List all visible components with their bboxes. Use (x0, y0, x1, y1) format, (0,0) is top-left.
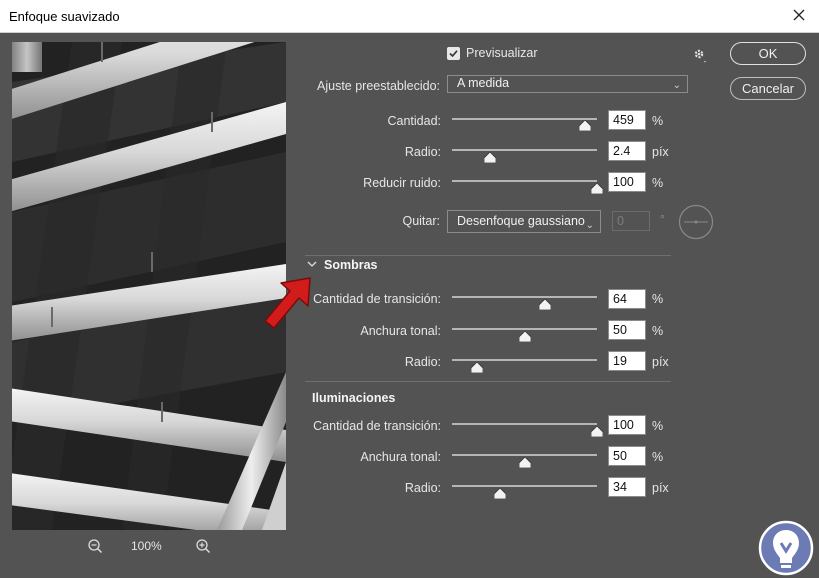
angle-input[interactable]: 0 (612, 211, 650, 231)
zoom-out-icon[interactable] (87, 538, 103, 554)
iluminaciones-transicion-slider-thumb[interactable] (591, 426, 603, 437)
quitar-value: Desenfoque gaussiano (457, 214, 585, 228)
reducir-ruido-slider-thumb[interactable] (591, 183, 603, 194)
iluminaciones-radio-unit: píx (652, 481, 669, 495)
angle-dial-icon[interactable] (678, 204, 714, 240)
iluminaciones-radio-slider-thumb[interactable] (493, 488, 506, 499)
sombras-transicion-slider[interactable] (452, 296, 597, 298)
sombras-title[interactable]: Sombras (324, 258, 378, 272)
sombras-anchura-slider[interactable] (452, 328, 597, 330)
radio-unit: píx (652, 145, 669, 159)
ok-button[interactable]: OK (730, 42, 806, 65)
iluminaciones-radio-label: Radio: (404, 481, 441, 495)
sombras-radio-slider[interactable] (452, 359, 597, 361)
cantidad-slider[interactable] (452, 118, 597, 120)
iluminaciones-radio-slider[interactable] (452, 485, 597, 487)
preview-image[interactable] (12, 42, 286, 530)
iluminaciones-anchura-input[interactable]: 50 (608, 446, 646, 466)
reducir-ruido-slider[interactable] (452, 180, 597, 182)
preset-select[interactable]: A medida ⌄ (447, 75, 688, 93)
red-arrow-icon (264, 277, 311, 329)
title-bar: Enfoque suavizado (0, 0, 819, 33)
zoom-in-icon[interactable] (195, 538, 211, 554)
window-title: Enfoque suavizado (9, 9, 120, 24)
cantidad-unit: % (652, 114, 664, 128)
cantidad-input[interactable]: 459 (608, 110, 646, 130)
checkmark-icon (449, 50, 458, 58)
iluminaciones-title: Iluminaciones (312, 391, 396, 405)
sombras-radio-label: Radio: (404, 355, 441, 369)
reducir-ruido-unit: % (652, 176, 664, 190)
iluminaciones-radio-input[interactable]: 34 (608, 477, 646, 497)
preset-label: Ajuste preestablecido: (317, 79, 440, 93)
sombras-radio-slider-thumb[interactable] (470, 362, 483, 373)
radio-input[interactable]: 2.4 (608, 141, 646, 161)
radio-slider-thumb[interactable] (483, 152, 496, 163)
chevron-down-icon: ⌄ (672, 80, 681, 91)
zoom-level: 100% (131, 539, 162, 553)
iluminaciones-anchura-slider[interactable] (452, 454, 597, 456)
chevron-down-icon: ⌄ (585, 220, 594, 231)
sombras-anchura-slider-thumb[interactable] (518, 331, 531, 342)
sombras-transicion-label: Cantidad de transición: (313, 292, 441, 306)
cancel-button[interactable]: Cancelar (730, 77, 806, 100)
iluminaciones-anchura-unit: % (652, 450, 664, 464)
quitar-select[interactable]: Desenfoque gaussiano ⌄ (447, 210, 601, 233)
sombras-radio-input[interactable]: 19 (608, 351, 646, 371)
iluminaciones-anchura-slider-thumb[interactable] (518, 457, 531, 468)
sombras-radio-unit: píx (652, 355, 669, 369)
sombras-transicion-unit: % (652, 292, 664, 306)
reducir-ruido-input[interactable]: 100 (608, 172, 646, 192)
chevron-down-icon[interactable] (307, 260, 317, 268)
sombras-transicion-slider-thumb[interactable] (538, 299, 551, 310)
sombras-anchura-label: Anchura tonal: (360, 324, 441, 338)
sombras-anchura-input[interactable]: 50 (608, 320, 646, 340)
sombras-anchura-unit: % (652, 324, 664, 338)
preset-value: A medida (457, 76, 510, 90)
preview-checkbox[interactable] (447, 47, 460, 60)
cantidad-label: Cantidad: (387, 114, 441, 128)
cantidad-slider-thumb[interactable] (579, 120, 592, 131)
divider (305, 255, 671, 256)
reducir-ruido-label: Reducir ruido: (363, 176, 441, 190)
divider (305, 381, 671, 382)
iluminaciones-transicion-slider[interactable] (452, 423, 597, 425)
iluminaciones-transicion-unit: % (652, 419, 664, 433)
sombras-transicion-input[interactable]: 64 (608, 289, 646, 309)
radio-slider[interactable] (452, 149, 597, 151)
quitar-label: Quitar: (402, 214, 440, 228)
iluminaciones-anchura-label: Anchura tonal: (360, 450, 441, 464)
angle-unit: ° (660, 212, 665, 226)
preview-label[interactable]: Previsualizar (466, 46, 538, 60)
close-icon[interactable] (789, 5, 809, 25)
preview-canvas (12, 42, 286, 530)
iluminaciones-transicion-input[interactable]: 100 (608, 415, 646, 435)
iluminaciones-transicion-label: Cantidad de transición: (313, 419, 441, 433)
logo-icon (758, 520, 814, 576)
gear-icon[interactable] (691, 47, 709, 65)
radio-label: Radio: (404, 145, 441, 159)
